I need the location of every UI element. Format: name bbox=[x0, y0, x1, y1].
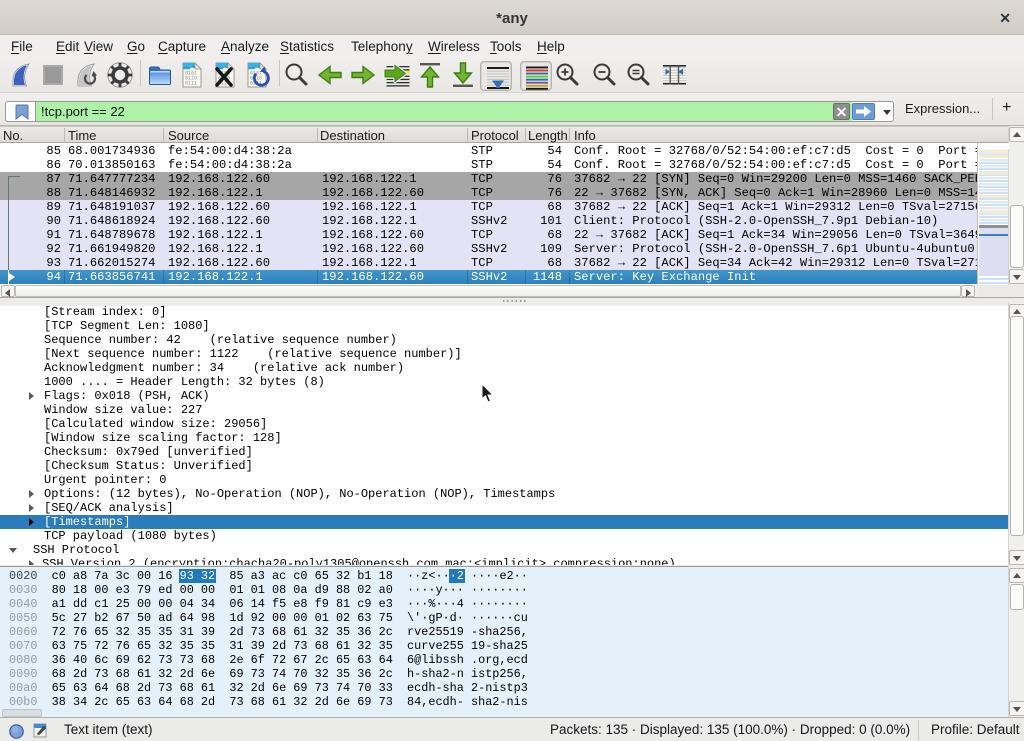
svg-text:0111: 0111 bbox=[185, 81, 197, 87]
